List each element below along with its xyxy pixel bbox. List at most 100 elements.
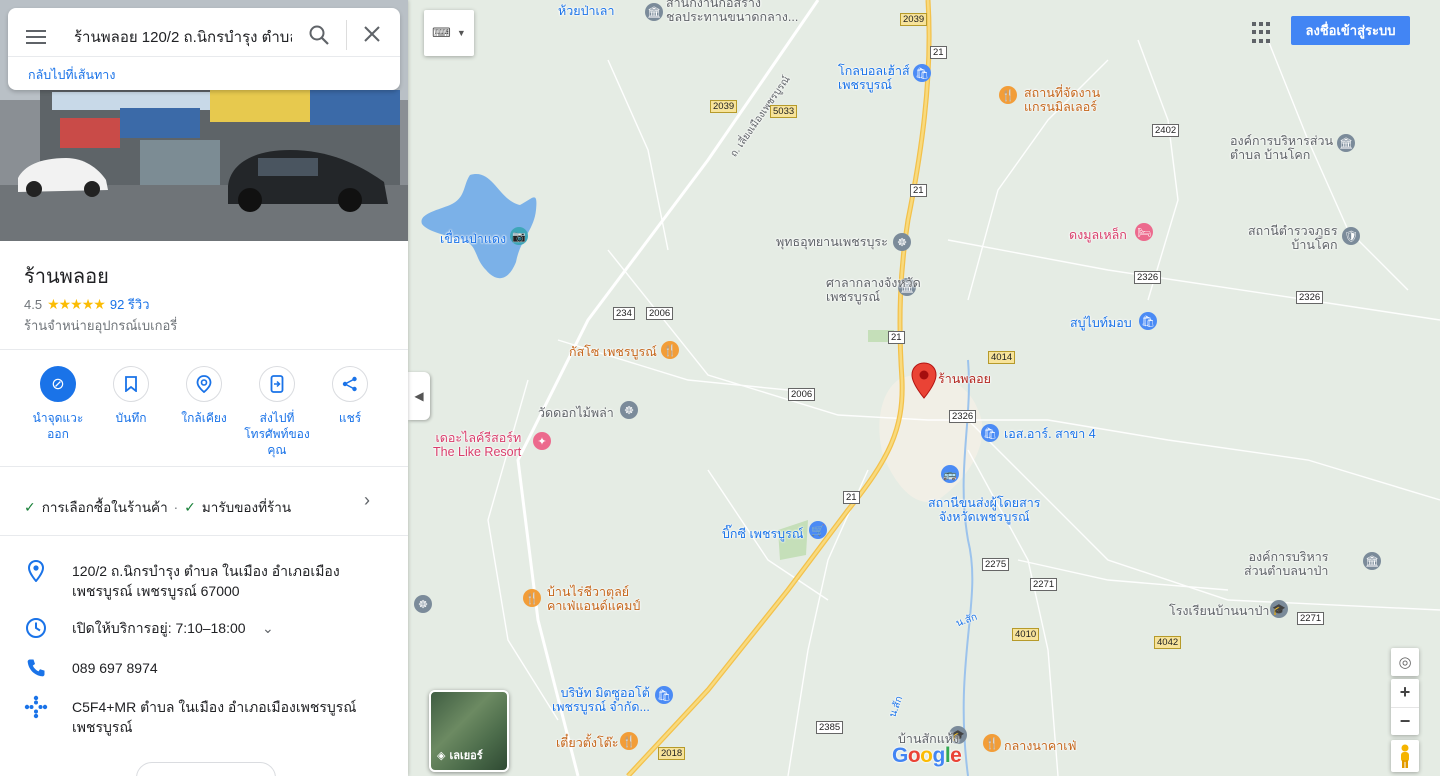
save-button[interactable]: บันทึก (96, 366, 166, 426)
road-shield: 2271 (1297, 612, 1325, 625)
chevron-down-icon: ▼ (456, 28, 466, 38)
place-category-link[interactable]: ร้านจำหน่ายอุปกรณ์เบเกอรี่ (24, 315, 177, 336)
nearby-label: ใกล้เคียง (181, 411, 227, 425)
map-label[interactable]: สบู่ไบท์มอบ (1070, 316, 1132, 330)
school-poi-icon[interactable]: 🎓 (1270, 600, 1288, 618)
worship-poi-icon[interactable]: ☸ (620, 401, 638, 419)
map-label[interactable]: องค์การบริหารส่วน ตำบล บ้านโคก (1230, 134, 1333, 162)
chevron-right-icon[interactable]: › (364, 490, 370, 511)
shopping-poi-icon[interactable]: 🛍 (913, 64, 931, 82)
map-label[interactable]: เขื่อนป่าแดง (440, 232, 506, 246)
plus-code-value: C5F4+MR ตำบล ในเมือง อำเภอเมืองเพชรบูรณ์… (72, 699, 357, 735)
map-label[interactable]: สถานที่จัดงาน แกรนมิลเลอร์ (1024, 86, 1100, 114)
check-icon: ✓ (184, 498, 196, 515)
selected-place-label[interactable]: ร้านพลอย (938, 372, 991, 386)
resort-poi-icon[interactable]: ✦ (533, 432, 551, 450)
search-input[interactable] (72, 22, 294, 52)
map-label[interactable]: วัดดอกไม้พล่า (538, 406, 614, 420)
plus-code-icon (24, 695, 48, 719)
more-options-button[interactable] (136, 762, 276, 776)
location-pin-icon (28, 560, 44, 582)
my-location-button[interactable]: ◎ (1391, 648, 1419, 676)
sign-in-button[interactable]: ลงชื่อเข้าสู่ระบบ (1291, 16, 1410, 45)
shopping-poi-icon[interactable]: 🛍 (1139, 312, 1157, 330)
shopping-poi-icon[interactable]: 🛍 (981, 424, 999, 442)
hamburger-menu-icon[interactable] (26, 30, 46, 44)
layers-label: เลเยอร์ (449, 750, 483, 762)
road-shield: 2275 (982, 558, 1010, 571)
star-rating-icon: ★★★★★ (47, 296, 106, 312)
map-label[interactable]: ศาลากลางจังหวัด เพชรบูรณ์ (826, 276, 921, 304)
back-to-directions-link[interactable]: กลับไปที่เส้นทาง (8, 56, 400, 85)
remove-stop-label: นำจุดแวะออก (32, 411, 84, 441)
zoom-out-button[interactable]: − (1391, 708, 1419, 736)
keyboard-icon: ⌨ (432, 25, 451, 40)
government-poi-icon[interactable]: 🏛 (645, 3, 663, 21)
road-shield: 2018 (658, 747, 686, 760)
map-label[interactable]: โรงเรียนบ้านนาป่า (1169, 604, 1269, 618)
restaurant-poi-icon[interactable]: 🍴 (523, 589, 541, 607)
collapse-panel-button[interactable]: ◀ (408, 372, 430, 420)
car-dealer-poi-icon[interactable]: 🛍 (655, 686, 673, 704)
camera-poi-icon[interactable]: 📷 (510, 227, 528, 245)
road-shield: 4014 (988, 351, 1016, 364)
reviews-link[interactable]: 92 รีวิว (110, 294, 150, 315)
road-shield: 234 (613, 307, 635, 320)
road-shield: 21 (888, 331, 905, 344)
hotel-poi-icon[interactable]: 🛏 (1135, 223, 1153, 241)
map-label[interactable]: บิ๊กซี เพชรบูรณ์ (722, 527, 803, 541)
restaurant-poi-icon[interactable]: 🍴 (661, 341, 679, 359)
share-button[interactable]: แชร์ (315, 366, 385, 426)
save-label: บันทึก (115, 411, 147, 425)
map-label[interactable]: องค์การบริหาร ส่วนตำบลนาป่า (1244, 550, 1328, 578)
map-label[interactable]: เดอะไลค์รีสอร์ท The Like Resort (433, 431, 521, 459)
send-to-phone-icon (270, 375, 284, 393)
map-label[interactable]: สถานีตำรวจภูธร บ้านโคก (1248, 224, 1338, 252)
police-poi-icon[interactable]: 🛡 (1342, 227, 1360, 245)
restaurant-poi-icon[interactable]: 🍴 (620, 732, 638, 750)
worship-poi-icon[interactable]: ☸ (414, 595, 432, 613)
venue-poi-icon[interactable]: 🍴 (999, 86, 1017, 104)
layers-icon: ◈ (437, 749, 446, 762)
road-shield: 21 (930, 46, 947, 59)
road-shield: 2385 (816, 721, 844, 734)
google-apps-button[interactable] (1250, 20, 1276, 46)
map-label[interactable]: ดงมูลเหล็ก (1069, 228, 1127, 242)
map-label[interactable]: เตี๋ยวตั้งโต๊ะ (556, 736, 619, 750)
map-label[interactable]: บริษัท มิตซูออโต้ เพชรบูรณ์ จำกัด... (552, 686, 650, 714)
map-label[interactable]: ห้วยป่าเลา (558, 4, 615, 18)
road-shield: 2326 (1296, 291, 1324, 304)
map-label[interactable]: กลางนาคาเฟ่ (1004, 739, 1076, 753)
map-label[interactable]: สำนักงานก่อสร้าง ชลประทานขนาดกลาง... (666, 0, 798, 24)
government-poi-icon[interactable]: 🏛 (1337, 134, 1355, 152)
keyboard-shortcuts-button[interactable]: ⌨ ▼ (424, 10, 474, 56)
selected-place-pin-icon[interactable] (911, 362, 937, 400)
place-details-panel: กลับไปที่เส้นทาง ร้านพลอย 4.5 ★★★★★ 92 ร… (0, 0, 408, 776)
layers-switcher-button[interactable]: ◈ เลเยอร์ (429, 690, 509, 772)
government-poi-icon[interactable]: 🏛 (1363, 552, 1381, 570)
service-options-row[interactable]: ✓ การเลือกซื้อในร้านค้า · ✓ มารับของที่ร… (24, 496, 291, 518)
service-option-label: การเลือกซื้อในร้านค้า (41, 500, 168, 515)
chevron-down-icon[interactable]: ⌄ (262, 620, 274, 637)
map-label[interactable]: บ้านไร่ชีวาตุลย์ คาเฟ่แอนด์แคมป์ (547, 585, 640, 613)
nearby-button[interactable]: ใกล้เคียง (169, 366, 239, 426)
map-label[interactable]: เอส.อาร์. สาขา 4 (1004, 427, 1096, 441)
send-to-phone-label: ส่งไปที่โทรศัพท์ของคุณ (244, 411, 310, 457)
service-option-label: มารับของที่ร้าน (201, 500, 292, 515)
search-icon[interactable] (308, 24, 330, 46)
bus-poi-icon[interactable]: 🚌 (941, 465, 959, 483)
street-view-pegman-button[interactable] (1391, 740, 1419, 772)
cafe-poi-icon[interactable]: 🍴 (983, 734, 1001, 752)
map-canvas[interactable]: 🏛 🛍 🍴 🏛 🛏 🛡 📷 ☸ 🏛 🛍 🍴 ☸ ✦ 🛍 🚌 🛒 🏛 🍴 ☸ 🎓 … (408, 0, 1440, 776)
map-label[interactable]: สถานีขนส่งผู้โดยสาร จังหวัดเพชรบูรณ์ (928, 496, 1040, 524)
send-to-phone-button[interactable]: ส่งไปที่โทรศัพท์ของคุณ (242, 366, 312, 458)
close-icon[interactable] (362, 24, 382, 44)
check-icon: ✓ (24, 498, 36, 515)
map-label[interactable]: กัสโซ เพชรบูรณ์ (569, 345, 657, 359)
worship-poi-icon[interactable]: ☸ (893, 233, 911, 251)
shopping-poi-icon[interactable]: 🛒 (809, 521, 827, 539)
remove-stop-button[interactable]: ⊘ นำจุดแวะออก (23, 366, 93, 442)
map-label[interactable]: พุทธอุทยานเพชรบุระ (776, 235, 888, 249)
map-label[interactable]: โกลบอลเฮ้าส์ เพชรบูรณ์ (838, 64, 910, 92)
zoom-in-button[interactable]: + (1391, 679, 1419, 708)
